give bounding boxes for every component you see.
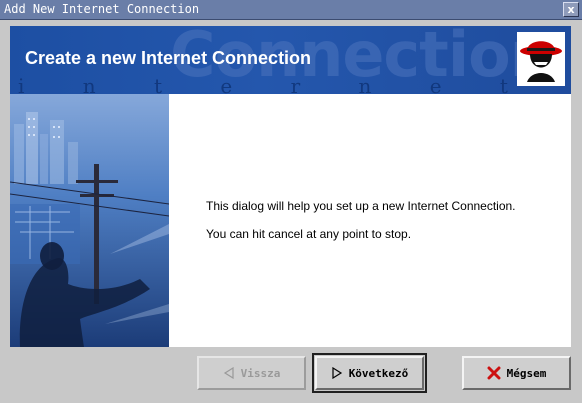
title-bar[interactable]: Add New Internet Connection x	[0, 0, 582, 20]
header-banner: Connection i n t e r n e t Create a new …	[10, 26, 571, 94]
window-title: Add New Internet Connection	[4, 2, 200, 16]
back-triangle-icon	[223, 367, 235, 379]
banner-spaced-text: i n t e r n e t	[18, 74, 534, 94]
close-icon: x	[567, 3, 575, 16]
next-button[interactable]: Következő	[312, 353, 427, 393]
cancel-hint-text: You can hit cancel at any point to stop.	[206, 227, 412, 241]
close-button[interactable]: x	[563, 2, 579, 17]
forward-triangle-icon	[331, 367, 343, 379]
side-photo	[10, 94, 169, 347]
red-x-icon	[487, 366, 501, 380]
cancel-button-label: Mégsem	[506, 366, 547, 380]
back-button-label: Vissza	[240, 366, 281, 380]
page-title: Create a new Internet Connection	[25, 48, 312, 68]
redhat-logo-icon	[517, 32, 565, 86]
intro-text: This dialog will help you set up a new I…	[206, 199, 516, 213]
cancel-button[interactable]: Mégsem	[462, 356, 571, 390]
next-button-label: Következő	[348, 366, 409, 380]
dialog-window: Add New Internet Connection x Connection…	[0, 0, 582, 403]
content-pane: This dialog will help you set up a new I…	[169, 94, 571, 347]
back-button[interactable]: Vissza	[197, 356, 306, 390]
